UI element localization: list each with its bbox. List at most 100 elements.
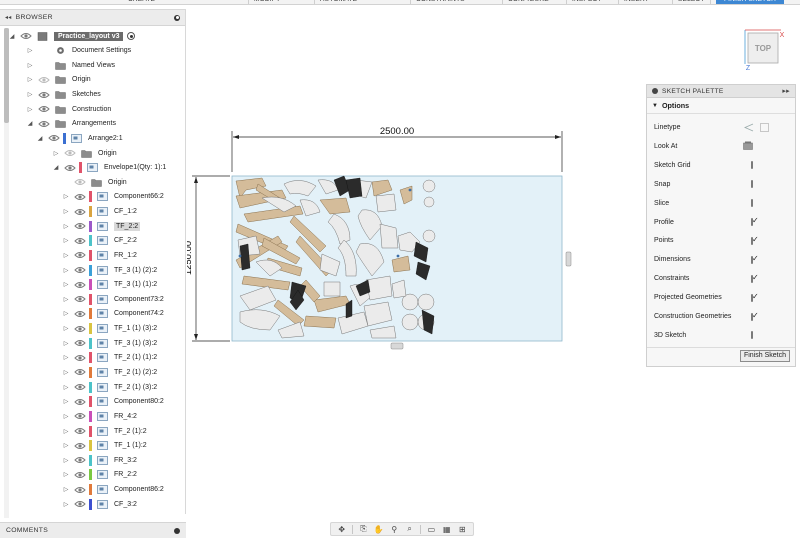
palette-header[interactable]: SKETCH PALETTE ▸▸ [647, 85, 795, 98]
expand-right-icon[interactable]: ▷ [62, 398, 70, 405]
visibility-eye-icon[interactable] [38, 120, 50, 128]
expand-right-icon[interactable]: ▷ [52, 150, 60, 157]
visibility-eye-icon[interactable] [74, 266, 86, 274]
tree-row[interactable]: ▷ TF_3 (1) (1):2 [62, 278, 157, 292]
activate-radio-icon[interactable] [127, 32, 136, 40]
tree-row[interactable]: ▷ TF_2 (1):2 [62, 424, 147, 438]
look-at-icon[interactable] [743, 141, 753, 152]
palette-options-icon[interactable] [652, 88, 658, 94]
tree-row[interactable]: ▷ FR_1:2 [62, 248, 137, 262]
tree-row[interactable]: ▷ TF_1 (1):2 [62, 439, 147, 453]
visibility-eye-icon[interactable] [48, 134, 60, 142]
visibility-eye-icon[interactable] [74, 251, 86, 259]
visibility-eye-icon[interactable] [74, 383, 86, 391]
toolbar-create[interactable]: CREATE [128, 0, 155, 3]
collapse-triangle-icon[interactable]: ▼ [652, 103, 658, 109]
browser-header[interactable]: ◂◂ BROWSER [0, 10, 185, 26]
expand-right-icon[interactable]: ▷ [62, 193, 70, 200]
pan-camera-icon[interactable]: ⎘ [358, 524, 368, 534]
tree-row[interactable]: ▷ Component86:2 [62, 483, 164, 497]
toolbar-inspect[interactable]: INSPECT [572, 0, 602, 3]
palette-option-snap[interactable]: Snap [647, 175, 795, 194]
checkbox[interactable] [751, 180, 753, 189]
toolbar-automate[interactable]: AUTOMATE [320, 0, 357, 3]
palette-option-projected-geometries[interactable]: Projected Geometries [647, 288, 795, 307]
visibility-eye-icon[interactable] [74, 456, 86, 464]
tree-row[interactable]: ▷ TF_2:2 [62, 219, 141, 233]
tree-row[interactable]: ▷ Sketches [26, 88, 101, 102]
palette-option-sketch-grid[interactable]: Sketch Grid [647, 156, 795, 175]
expand-right-icon[interactable]: ▷ [26, 106, 34, 113]
finish-sketch-button[interactable]: Finish Sketch [739, 350, 790, 362]
expand-right-icon[interactable]: ▷ [62, 252, 70, 259]
visibility-eye-icon[interactable] [74, 500, 86, 508]
expand-right-icon[interactable]: ▷ [62, 369, 70, 376]
viewcube-svg[interactable]: TOP X Z [743, 28, 785, 72]
tree-row[interactable]: ▷ TF_3 (1) (2):2 [62, 263, 157, 277]
expand-right-icon[interactable]: ▷ [26, 76, 34, 83]
visibility-eye-icon[interactable] [74, 281, 86, 289]
expand-right-icon[interactable]: ▷ [62, 501, 70, 508]
visibility-eye-icon[interactable] [74, 339, 86, 347]
comments-bar[interactable]: COMMENTS [0, 522, 186, 538]
height-dimension-text[interactable]: 1250.00 [183, 241, 194, 275]
tree-row[interactable]: ▷ TF_2 (1) (1):2 [62, 351, 157, 365]
visibility-eye-icon[interactable] [38, 76, 50, 84]
expand-right-icon[interactable]: ▷ [62, 281, 70, 288]
tree-row[interactable]: ▷ TF_3 (1) (3):2 [62, 336, 157, 350]
palette-option-linetype[interactable]: Linetype [647, 118, 795, 137]
tree-row[interactable]: ▷ TF_2 (1) (3):2 [62, 380, 157, 394]
visibility-eye-icon[interactable] [74, 354, 86, 362]
zoom-icon[interactable]: ⚲ [389, 524, 399, 534]
visibility-eye-icon[interactable] [64, 149, 76, 157]
tree-row[interactable]: ▷ Component73:2 [62, 292, 164, 306]
options-section-header[interactable]: ▼ Options [647, 98, 795, 114]
visibility-eye-icon[interactable] [74, 310, 86, 318]
visibility-eye-icon[interactable] [74, 222, 86, 230]
expand-right-icon[interactable]: ▷ [62, 486, 70, 493]
bottom-resize-handle[interactable] [390, 342, 404, 350]
palette-option-points[interactable]: Points [647, 231, 795, 250]
palette-option-constraints[interactable]: Constraints [647, 269, 795, 288]
tree-row[interactable]: ▷ TF_2 (1) (2):2 [62, 365, 157, 379]
expand-right-icon[interactable]: ▷ [62, 340, 70, 347]
visibility-eye-icon[interactable] [74, 208, 86, 216]
tree-row[interactable]: ▷ FR_2:2 [62, 468, 137, 482]
tree-row[interactable]: Origin [62, 175, 127, 189]
checkbox[interactable] [751, 254, 759, 264]
expand-right-icon[interactable]: ▷ [26, 62, 34, 69]
expand-right-icon[interactable]: ▷ [26, 47, 34, 54]
visibility-eye-icon[interactable] [74, 295, 86, 303]
width-dimension-text[interactable]: 2500.00 [380, 126, 414, 137]
orbit-icon[interactable]: ✥ [337, 524, 347, 534]
viewports-icon[interactable]: ⊞ [457, 524, 467, 534]
visibility-eye-icon[interactable] [20, 32, 32, 40]
palette-option-dimensions[interactable]: Dimensions [647, 250, 795, 269]
visibility-eye-icon[interactable] [38, 105, 50, 113]
visibility-eye-icon[interactable] [74, 412, 86, 420]
grid-icon[interactable]: ▦ [442, 524, 452, 534]
toolbar-insert[interactable]: INSERT [624, 0, 649, 3]
checkbox[interactable] [751, 273, 759, 283]
tree-row[interactable]: ◢ Envelope1(Qty: 1):1 [52, 161, 166, 175]
visibility-eye-icon[interactable] [74, 237, 86, 245]
checkbox[interactable] [751, 161, 753, 170]
tree-row[interactable]: ▷ Component80:2 [62, 395, 164, 409]
tree-row[interactable]: ◢ Practice_layout v3 [8, 29, 136, 43]
visibility-eye-icon[interactable] [74, 398, 86, 406]
checkbox[interactable] [751, 216, 759, 226]
visibility-eye-icon[interactable] [38, 91, 50, 99]
checkbox[interactable] [751, 235, 759, 245]
expand-down-icon[interactable]: ◢ [36, 135, 44, 142]
palette-option-slice[interactable]: Slice [647, 194, 795, 213]
visibility-eye-icon[interactable] [64, 164, 76, 172]
expand-right-icon[interactable]: ▷ [62, 471, 70, 478]
linetype-icon[interactable] [744, 123, 769, 132]
visibility-eye-icon[interactable] [74, 442, 86, 450]
palette-option-look-at[interactable]: Look At [647, 137, 795, 156]
height-dimension[interactable] [192, 175, 230, 342]
expand-right-icon[interactable]: ▷ [62, 223, 70, 230]
tree-row[interactable]: ▷ Origin [26, 73, 91, 87]
visibility-eye-icon[interactable] [74, 427, 86, 435]
expand-down-icon[interactable]: ◢ [8, 33, 16, 40]
